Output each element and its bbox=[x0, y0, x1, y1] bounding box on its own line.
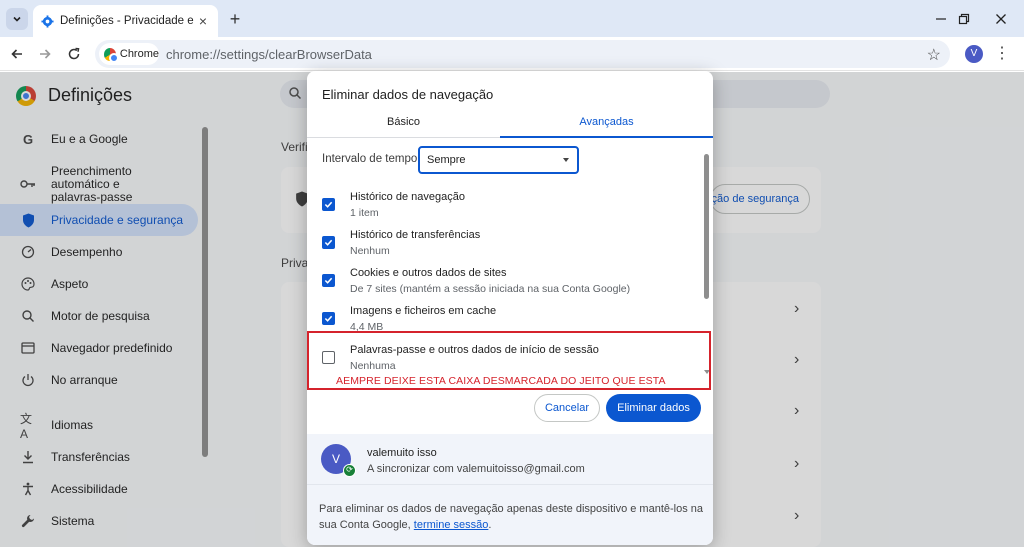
tab-title: Definições - Privacidade e segu bbox=[60, 15, 196, 27]
arrow-right-icon bbox=[40, 49, 51, 59]
options-scrollbar[interactable] bbox=[704, 154, 709, 299]
minimize-icon bbox=[936, 18, 946, 20]
profile-avatar[interactable]: V bbox=[965, 45, 983, 63]
browser-toolbar: Chrome chrome://settings/clearBrowserDat… bbox=[0, 37, 1024, 71]
delete-data-button[interactable]: Eliminar dados bbox=[606, 394, 701, 422]
site-info-chip[interactable]: Chrome bbox=[99, 43, 159, 65]
minimize-button[interactable] bbox=[930, 9, 952, 29]
chevron-down-icon bbox=[13, 16, 21, 22]
footer-period: . bbox=[488, 519, 492, 531]
browser-tab-settings[interactable]: Definições - Privacidade e segu × bbox=[33, 5, 218, 37]
tab-advanced[interactable]: Avançadas bbox=[500, 111, 713, 138]
checkbox-download-history[interactable] bbox=[322, 236, 335, 249]
chip-label: Chrome bbox=[119, 48, 159, 60]
dialog-tabs: Básico Avançadas bbox=[307, 111, 713, 138]
bookmark-star-icon[interactable]: ☆ bbox=[927, 45, 941, 65]
time-range-select[interactable]: Sempre bbox=[418, 146, 579, 174]
url-text[interactable]: chrome://settings/clearBrowserData bbox=[166, 47, 372, 62]
dropdown-arrow-icon bbox=[563, 158, 569, 162]
chrome-logo-icon bbox=[104, 47, 119, 63]
option-title: Histórico de navegação bbox=[350, 191, 465, 203]
tab-search-button[interactable] bbox=[6, 8, 28, 30]
tab-strip: Definições - Privacidade e segu × + bbox=[0, 0, 1024, 37]
arrow-left-icon bbox=[11, 49, 22, 59]
footer-text: Para eliminar os dados de navegação apen… bbox=[319, 501, 705, 533]
close-window-button[interactable] bbox=[990, 9, 1012, 29]
checkbox-cached-images[interactable] bbox=[322, 312, 335, 325]
checkmark-icon bbox=[324, 315, 333, 322]
restore-icon bbox=[958, 13, 970, 25]
option-download-history[interactable]: Histórico de transferências Nenhum bbox=[307, 221, 703, 259]
footer-message: Para eliminar os dados de navegação apen… bbox=[319, 503, 704, 531]
reload-button[interactable] bbox=[63, 43, 85, 65]
option-cookies[interactable]: Cookies e outros dados de sites De 7 sit… bbox=[307, 259, 703, 297]
annotation-warning-text: AEMPRE DEIXE ESTA CAIXA DESMARCADA DO JE… bbox=[336, 375, 666, 387]
sync-icon: ⟳ bbox=[343, 464, 356, 477]
sign-out-link[interactable]: termine sessão bbox=[414, 519, 489, 531]
option-cached-images[interactable]: Imagens e ficheiros em cache 4,4 MB bbox=[307, 297, 703, 335]
close-tab-icon[interactable]: × bbox=[196, 14, 210, 28]
option-subtitle: De 7 sites (mantém a sessão iniciada na … bbox=[350, 283, 631, 295]
clear-browsing-data-dialog: Eliminar dados de navegação Básico Avanç… bbox=[307, 71, 713, 545]
account-sync-status: A sincronizar com valemuitoisso@gmail.co… bbox=[367, 463, 585, 475]
account-sync-area: V ⟳ valemuito isso A sincronizar com val… bbox=[307, 434, 713, 484]
checkmark-icon bbox=[324, 277, 333, 284]
settings-gear-icon bbox=[41, 14, 54, 28]
reload-icon bbox=[68, 47, 80, 60]
time-range-label: Intervalo de tempo bbox=[322, 153, 418, 165]
checkbox-cookies[interactable] bbox=[322, 274, 335, 287]
dialog-title: Eliminar dados de navegação bbox=[322, 87, 494, 102]
forward-button[interactable] bbox=[34, 43, 56, 65]
cancel-button[interactable]: Cancelar bbox=[534, 394, 600, 422]
restore-button[interactable] bbox=[953, 9, 975, 29]
close-icon bbox=[996, 14, 1006, 24]
checkmark-icon bbox=[324, 239, 333, 246]
option-browsing-history[interactable]: Histórico de navegação 1 item bbox=[307, 183, 703, 221]
time-range-value: Sempre bbox=[427, 154, 466, 166]
tab-basic[interactable]: Básico bbox=[307, 111, 500, 138]
option-subtitle: 1 item bbox=[350, 207, 379, 219]
new-tab-button[interactable]: + bbox=[225, 9, 245, 29]
account-name: valemuito isso bbox=[367, 447, 437, 459]
checkmark-icon bbox=[324, 201, 333, 208]
option-title: Imagens e ficheiros em cache bbox=[350, 305, 497, 317]
checkbox-browsing-history[interactable] bbox=[322, 198, 335, 211]
option-subtitle: Nenhum bbox=[350, 245, 390, 257]
dialog-footer: Para eliminar os dados de navegação apen… bbox=[307, 484, 713, 545]
back-button[interactable] bbox=[6, 43, 28, 65]
option-title: Histórico de transferências bbox=[350, 229, 481, 241]
option-title: Cookies e outros dados de sites bbox=[350, 267, 507, 279]
address-bar[interactable]: Chrome chrome://settings/clearBrowserDat… bbox=[95, 40, 950, 68]
more-menu-icon[interactable]: ⋮ bbox=[994, 44, 1010, 64]
